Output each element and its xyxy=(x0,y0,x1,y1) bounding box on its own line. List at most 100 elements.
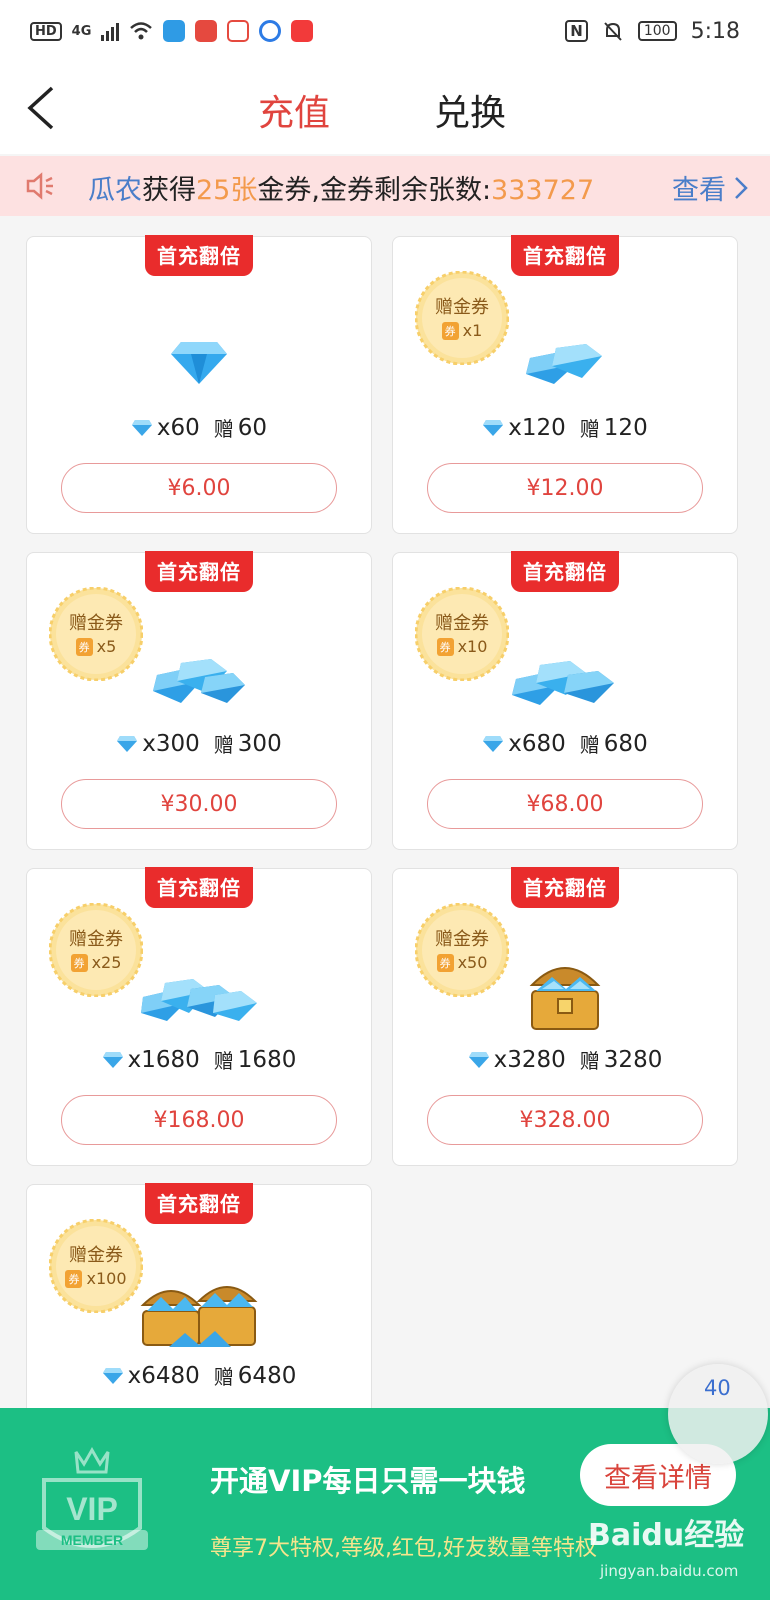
diamond-cluster-icon xyxy=(393,629,737,729)
bonus-count: 3280 xyxy=(603,1046,663,1073)
notice-view-label: 查看 xyxy=(672,175,726,206)
bonus-word: 赠 xyxy=(213,1365,234,1389)
watermark-url: jingyan.baidu.com xyxy=(600,1562,739,1580)
bonus-count: 680 xyxy=(603,730,648,757)
first-charge-ribbon: 首充翻倍 xyxy=(145,551,253,592)
small-diamond-icon xyxy=(117,735,138,752)
vip-title: 开通VIP每日只需一块钱 xyxy=(210,1464,526,1498)
price-button[interactable]: ¥6.00 xyxy=(61,463,337,513)
tab-recharge[interactable]: 充值 xyxy=(258,84,330,136)
treasure-chests-icon xyxy=(27,1261,371,1361)
gem-amount: x120 赠 120 xyxy=(393,413,737,442)
battery-level: 100 xyxy=(637,21,677,41)
gem-count: x300 xyxy=(142,730,200,757)
bonus-count: 1680 xyxy=(237,1046,297,1073)
app-icon-send xyxy=(163,20,186,42)
first-charge-ribbon: 首充翻倍 xyxy=(511,235,619,276)
diamond-icon xyxy=(27,313,371,413)
package-card[interactable]: 首充翻倍 赠金券 券 x25 x1680 赠 1680 ¥168.00 xyxy=(26,867,372,1166)
notice-message: 瓜农获得25张金券,金券剩余张数:333727 xyxy=(88,168,594,207)
gem-count: x1680 xyxy=(127,1046,200,1073)
vip-member-logo: VIP MEMBER xyxy=(36,1446,148,1550)
diamond-pile-icon xyxy=(27,945,371,1045)
notice-remaining: 333727 xyxy=(491,175,595,206)
gem-amount: x300 赠 300 xyxy=(27,729,371,758)
first-charge-ribbon: 首充翻倍 xyxy=(511,867,619,908)
price-button[interactable]: ¥68.00 xyxy=(427,779,703,829)
small-diamond-icon xyxy=(468,1051,489,1068)
gem-amount: x680 赠 680 xyxy=(393,729,737,758)
diamond-pair-icon xyxy=(393,313,737,413)
bonus-count: 300 xyxy=(237,730,282,757)
gem-count: x120 xyxy=(508,414,566,441)
app-icon-news xyxy=(227,20,250,42)
speaker-icon xyxy=(26,172,53,200)
back-button[interactable] xyxy=(22,84,62,132)
floating-bubble[interactable]: 40 xyxy=(668,1364,768,1464)
notice-view-link[interactable]: 查看 xyxy=(672,168,748,207)
package-card[interactable]: 首充翻倍 赠金券 券 x1 x120 赠 120 ¥12.00 xyxy=(392,235,738,534)
diamond-cluster-icon xyxy=(27,629,371,729)
chevron-right-icon xyxy=(735,176,748,199)
small-diamond-icon xyxy=(102,1367,123,1384)
gem-amount: x1680 赠 1680 xyxy=(27,1045,371,1074)
wifi-icon xyxy=(130,22,153,40)
nfc-icon: N xyxy=(565,20,588,42)
tab-exchange[interactable]: 兑换 xyxy=(434,84,506,136)
small-diamond-icon xyxy=(483,419,504,436)
status-bar: HD 4G N 100 5:18 xyxy=(0,0,770,62)
bonus-count: 6480 xyxy=(237,1362,297,1389)
gem-count: x6480 xyxy=(127,1362,200,1389)
mute-bell-icon xyxy=(604,22,622,41)
app-icon-browser xyxy=(259,20,282,42)
bonus-word: 赠 xyxy=(213,733,234,757)
notice-count: 25张 xyxy=(196,175,258,206)
bonus-word: 赠 xyxy=(579,733,600,757)
gem-count: x3280 xyxy=(493,1046,566,1073)
bonus-word: 赠 xyxy=(213,1049,234,1073)
small-diamond-icon xyxy=(102,1051,123,1068)
notice-user: 瓜农 xyxy=(88,175,142,206)
first-charge-ribbon: 首充翻倍 xyxy=(511,551,619,592)
hd-indicator: HD xyxy=(30,21,62,41)
package-card[interactable]: 首充翻倍 x60 赠 60 ¥6.00 xyxy=(26,235,372,534)
vip-logo-text: VIP xyxy=(66,1491,118,1527)
notice-bar: 瓜农获得25张金券,金券剩余张数:333727 查看 xyxy=(0,156,770,216)
gem-amount: x60 赠 60 xyxy=(27,413,371,442)
price-button[interactable]: ¥12.00 xyxy=(427,463,703,513)
price-button[interactable]: ¥168.00 xyxy=(61,1095,337,1145)
notice-rest: 金券,金券剩余张数: xyxy=(257,175,492,206)
gem-count: x680 xyxy=(508,730,566,757)
small-diamond-icon xyxy=(131,419,152,436)
app-icon-book xyxy=(195,20,218,42)
package-card[interactable]: 首充翻倍 赠金券 券 x5 x300 赠 300 ¥30.00 xyxy=(26,551,372,850)
signal-icon xyxy=(101,21,120,41)
bonus-word: 赠 xyxy=(579,417,600,441)
bonus-word: 赠 xyxy=(213,417,234,441)
package-card[interactable]: 首充翻倍 赠金券 券 x10 x680 赠 680 ¥68.00 xyxy=(392,551,738,850)
small-diamond-icon xyxy=(483,735,504,752)
first-charge-ribbon: 首充翻倍 xyxy=(145,867,253,908)
app-icon-xiaohongshu xyxy=(291,20,314,42)
bonus-count: 120 xyxy=(603,414,648,441)
baidu-watermark: Baidu经验 jingyan.baidu.com xyxy=(580,1506,760,1586)
package-card[interactable]: 首充翻倍 赠金券 券 x50 x3280 赠 3280 ¥328.00 xyxy=(392,867,738,1166)
bonus-count: 60 xyxy=(237,414,268,441)
network-type: 4G xyxy=(71,23,92,39)
watermark-brand: Baidu经验 xyxy=(588,1518,745,1553)
price-button[interactable]: ¥30.00 xyxy=(61,779,337,829)
treasure-chest-icon xyxy=(393,945,737,1045)
floating-bubble-count: 40 xyxy=(704,1376,731,1400)
price-button[interactable]: ¥328.00 xyxy=(427,1095,703,1145)
nav-header: 充值 兑换 xyxy=(0,62,770,154)
vip-logo-sub: MEMBER xyxy=(61,1532,123,1548)
gem-count: x60 xyxy=(156,414,200,441)
vip-subtitle: 尊享7大特权,等级,红包,好友数量等特权 xyxy=(210,1536,597,1561)
gem-amount: x6480 赠 6480 xyxy=(27,1361,371,1390)
gem-amount: x3280 赠 3280 xyxy=(393,1045,737,1074)
bonus-word: 赠 xyxy=(579,1049,600,1073)
clock: 5:18 xyxy=(690,18,740,44)
first-charge-ribbon: 首充翻倍 xyxy=(145,1183,253,1224)
notice-got: 获得 xyxy=(142,175,196,206)
chevron-left-icon xyxy=(27,86,54,130)
